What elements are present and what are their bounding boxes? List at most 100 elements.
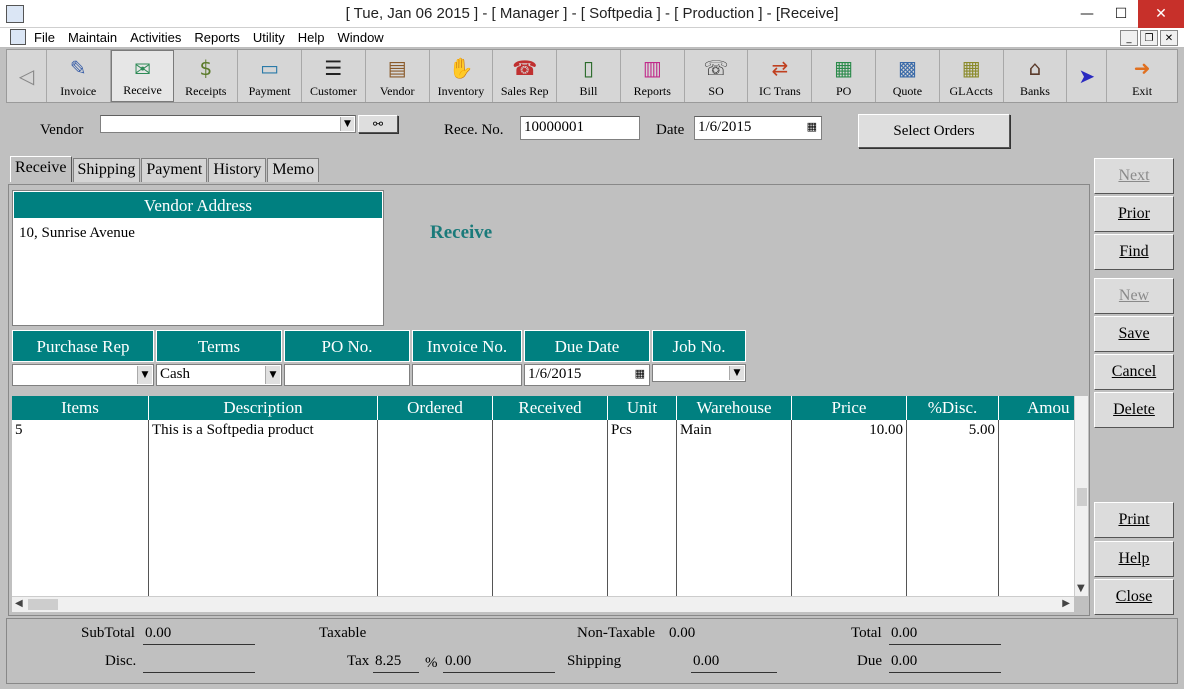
cell-ordered[interactable] (378, 422, 492, 442)
cell-description[interactable]: This is a Softpedia product (149, 422, 377, 442)
vendor-search-button[interactable]: ⚯ (358, 115, 398, 133)
menu-maintain[interactable]: Maintain (68, 30, 117, 45)
toolbar-quote-button[interactable]: ▩ Quote (876, 50, 940, 102)
prior-button[interactable]: Prior (1094, 196, 1174, 232)
table-row[interactable]: 5 This is a Softpedia product Pcs Main 1… (12, 422, 1074, 442)
tab-shipping[interactable]: Shipping (72, 158, 141, 182)
toolbar-vendor-button[interactable]: ▤ Vendor (366, 50, 430, 102)
toolbar-customer-button[interactable]: ☰ Customer (302, 50, 366, 102)
select-orders-button[interactable]: Select Orders (858, 114, 1010, 148)
rece-no-input[interactable]: 10000001 (520, 116, 640, 140)
child-minimize-button[interactable]: _ (1120, 30, 1138, 46)
scroll-left-icon[interactable]: ◀ (15, 598, 23, 609)
minimize-button[interactable]: — (1070, 0, 1104, 28)
menu-activities[interactable]: Activities (130, 30, 181, 45)
tax-label: Tax (347, 653, 370, 669)
tab-memo[interactable]: Memo (267, 158, 320, 182)
toolbar-receive-button[interactable]: ✉ Receive (110, 50, 175, 102)
calendar-icon[interactable]: ▦ (807, 120, 817, 133)
items-vertical-scrollbar[interactable]: ▼ (1074, 396, 1088, 596)
find-button[interactable]: Find (1094, 234, 1174, 270)
col-amount[interactable]: Amou (999, 396, 1074, 420)
vertical-scroll-thumb[interactable] (1077, 488, 1087, 506)
cell-unit[interactable]: Pcs (608, 422, 676, 442)
print-button[interactable]: Print (1094, 502, 1174, 538)
calendar-icon[interactable]: ▦ (635, 367, 645, 380)
toolbar-po-button[interactable]: ▦ PO (812, 50, 877, 102)
toolbar-more-button[interactable]: ➤ (1067, 50, 1108, 102)
cancel-button[interactable]: Cancel (1094, 354, 1174, 390)
toolbar-inventory-button[interactable]: ✋ Inventory (430, 50, 494, 102)
col-unit[interactable]: Unit (608, 396, 677, 420)
close-window-button[interactable]: ✕ (1138, 0, 1184, 28)
vendor-address-text[interactable]: 10, Sunrise Avenue (13, 219, 383, 248)
job-no-select[interactable]: ▼ (652, 364, 746, 382)
close-button[interactable]: Close (1094, 579, 1174, 615)
col-warehouse[interactable]: Warehouse (677, 396, 792, 420)
chevron-down-icon[interactable]: ▼ (265, 366, 280, 384)
horizontal-scroll-thumb[interactable] (28, 599, 58, 610)
cell-amount[interactable] (999, 422, 1074, 442)
cell-disc[interactable]: 5.00 (907, 422, 998, 442)
tab-receive[interactable]: Receive (10, 156, 72, 182)
cell-warehouse[interactable]: Main (677, 422, 791, 442)
cell-price[interactable]: 10.00 (792, 422, 906, 442)
toolbar-invoice-button[interactable]: ✎ Invoice (47, 50, 111, 102)
col-ordered[interactable]: Ordered (378, 396, 493, 420)
menu-utility[interactable]: Utility (253, 30, 285, 45)
col-price[interactable]: Price (792, 396, 907, 420)
child-restore-button[interactable]: ❐ (1140, 30, 1158, 46)
tab-history[interactable]: History (208, 158, 267, 182)
help-button[interactable]: Help (1094, 541, 1174, 577)
due-date-input[interactable]: 1/6/2015 ▦ (524, 364, 650, 386)
save-button[interactable]: Save (1094, 316, 1174, 352)
toolbar-glaccts-button[interactable]: ▦ GLAccts (940, 50, 1004, 102)
date-input[interactable]: 1/6/2015 ▦ (694, 116, 822, 140)
child-close-button[interactable]: ✕ (1160, 30, 1178, 46)
menu-help[interactable]: Help (298, 30, 325, 45)
toolbar-bill-button[interactable]: ▯ Bill (557, 50, 621, 102)
new-button[interactable]: New (1094, 278, 1174, 314)
toolbar-receipts-button[interactable]: $ Receipts (174, 50, 239, 102)
delete-button[interactable]: Delete (1094, 392, 1174, 428)
purchase-rep-select[interactable]: ▼ (12, 364, 154, 386)
po-no-input[interactable] (284, 364, 410, 386)
tax-rate-value[interactable]: 8.25 (373, 653, 419, 673)
next-button[interactable]: Next (1094, 158, 1174, 194)
toolbar-banks-button[interactable]: ⌂ Banks (1004, 50, 1068, 102)
toolbar-exit-button[interactable]: ➜ Exit (1107, 50, 1177, 102)
shipping-value[interactable]: 0.00 (691, 653, 777, 673)
toolbar-ic-trans-button[interactable]: ⇄ IC Trans (748, 50, 813, 102)
maximize-button[interactable]: ☐ (1104, 0, 1138, 28)
scroll-right-icon[interactable]: ▶ (1062, 598, 1070, 609)
col-description[interactable]: Description (149, 396, 378, 420)
scroll-down-icon[interactable]: ▼ (1077, 583, 1085, 594)
cell-received[interactable] (493, 422, 607, 442)
vendor-combobox[interactable] (100, 115, 356, 133)
vendor-dropdown-chevron-down-icon[interactable]: ▼ (340, 117, 354, 131)
chevron-down-icon[interactable]: ▼ (137, 366, 152, 384)
toolbar-reports-button[interactable]: ▥ Reports (621, 50, 685, 102)
invoice-no-input[interactable] (412, 364, 522, 386)
col-items[interactable]: Items (12, 396, 149, 420)
tab-payment[interactable]: Payment (141, 158, 208, 182)
menu-reports[interactable]: Reports (194, 30, 240, 45)
section-title: Receive (430, 222, 493, 243)
menu-file[interactable]: File (34, 30, 55, 45)
toolbar-sales-rep-button[interactable]: ☎ Sales Rep (493, 50, 558, 102)
bank-icon: ⌂ (1028, 56, 1042, 80)
taxable-label: Taxable (319, 625, 367, 641)
terms-select[interactable]: Cash ▼ (156, 364, 282, 386)
menu-window[interactable]: Window (337, 30, 383, 45)
toolbar-so-button[interactable]: ☏ SO (685, 50, 749, 102)
col-disc[interactable]: %Disc. (907, 396, 999, 420)
col-received[interactable]: Received (493, 396, 608, 420)
toolbar-payment-button[interactable]: ▭ Payment (238, 50, 302, 102)
child-window-icon[interactable] (10, 29, 26, 45)
toolbar-back-button[interactable]: ◁ (7, 50, 47, 102)
disc-value[interactable] (143, 653, 255, 673)
cell-item[interactable]: 5 (12, 422, 148, 442)
chevron-down-icon[interactable]: ▼ (729, 366, 744, 380)
items-horizontal-scrollbar[interactable]: ◀ ▶ (12, 596, 1074, 612)
due-date-header: Due Date (524, 330, 650, 362)
